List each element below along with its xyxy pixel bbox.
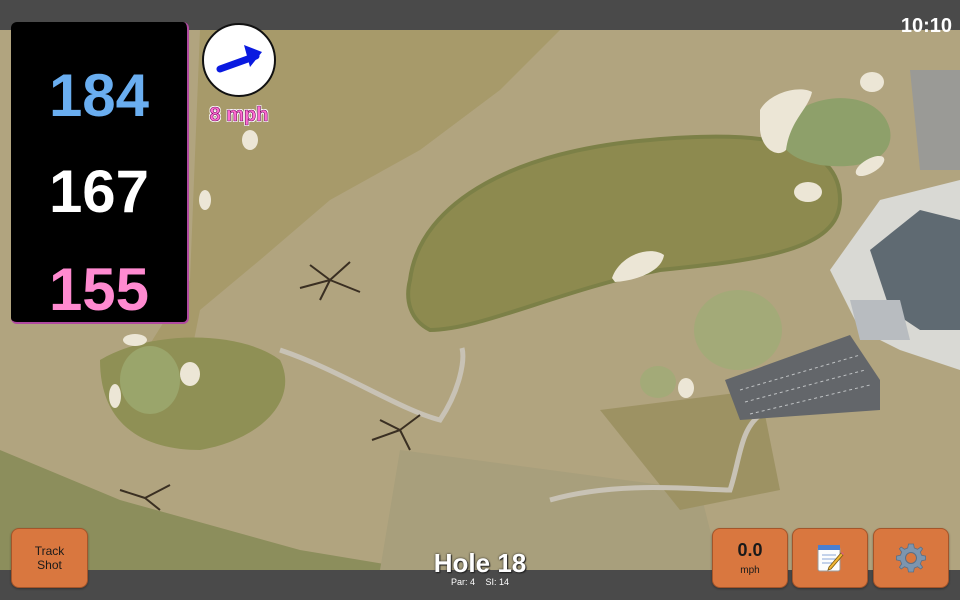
distance-middle: 167 xyxy=(48,158,150,225)
notes-button[interactable] xyxy=(792,528,868,588)
speed-value: 0.0 xyxy=(737,540,763,560)
hole-stroke-index: SI: 14 xyxy=(485,577,510,587)
settings-button[interactable] xyxy=(873,528,949,588)
wind-speed-label: 8 mph xyxy=(209,104,269,127)
distance-front: 155 xyxy=(48,256,150,323)
distance-back: 184 xyxy=(48,62,150,129)
hole-par: Par: 4 xyxy=(450,577,475,587)
hole-info: Par: 4 SI: 14 xyxy=(400,576,560,588)
wind-arrow-icon xyxy=(216,45,262,73)
wind-indicator xyxy=(202,23,276,97)
speed-button[interactable]: 0.0 mph xyxy=(712,528,788,588)
distance-panel: 184 167 155 xyxy=(11,22,189,324)
track-shot-button[interactable]: Track Shot xyxy=(11,528,88,588)
notepad-icon xyxy=(817,545,844,572)
speed-unit: mph xyxy=(740,565,760,576)
gear-icon xyxy=(896,543,926,573)
status-time: 10:10 xyxy=(900,15,952,37)
track-shot-label: Track Shot xyxy=(34,544,65,572)
hole-title: Hole 18 xyxy=(433,548,527,578)
